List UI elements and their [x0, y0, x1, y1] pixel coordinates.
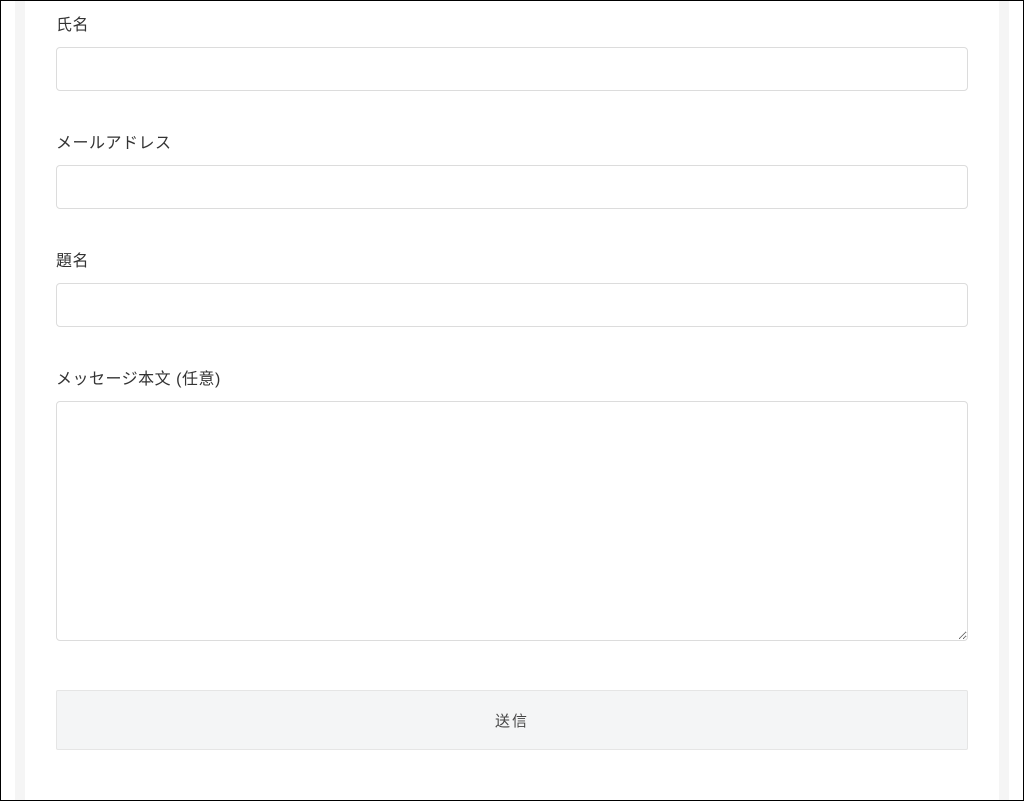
- form-frame: 氏名 メールアドレス 題名 メッセージ本文 (任意) 送信: [0, 0, 1024, 801]
- left-gutter: [15, 1, 25, 800]
- subject-field-group: 題名: [56, 247, 968, 327]
- contact-form: 氏名 メールアドレス 題名 メッセージ本文 (任意) 送信: [56, 11, 968, 790]
- message-field-group: メッセージ本文 (任意): [56, 365, 968, 646]
- name-field-group: 氏名: [56, 11, 968, 91]
- email-input[interactable]: [56, 165, 968, 209]
- submit-button[interactable]: 送信: [56, 690, 968, 750]
- submit-row: 送信: [56, 690, 968, 750]
- name-input[interactable]: [56, 47, 968, 91]
- message-label: メッセージ本文 (任意): [56, 365, 968, 389]
- right-gutter: [999, 1, 1009, 800]
- email-label: メールアドレス: [56, 129, 968, 153]
- subject-input[interactable]: [56, 283, 968, 327]
- subject-label: 題名: [56, 247, 968, 271]
- name-label: 氏名: [56, 11, 968, 35]
- message-textarea[interactable]: [56, 401, 968, 641]
- email-field-group: メールアドレス: [56, 129, 968, 209]
